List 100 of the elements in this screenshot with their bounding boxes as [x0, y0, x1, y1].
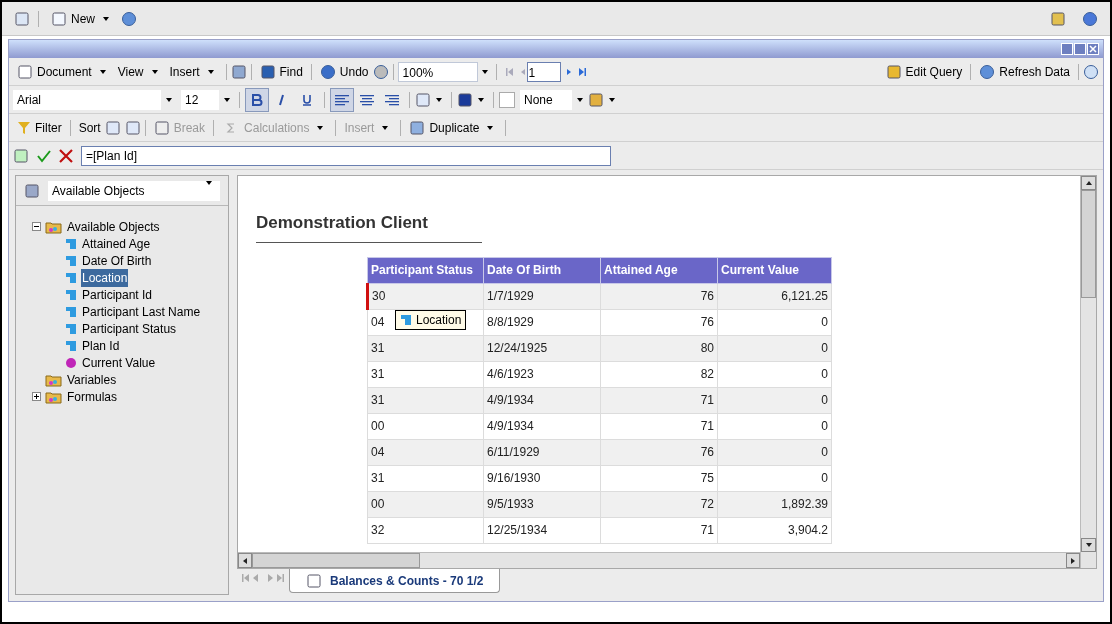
duplicate-button[interactable]: Duplicate	[405, 115, 502, 140]
table-cell: 0	[717, 361, 832, 387]
tree-item[interactable]: Location	[81, 268, 129, 287]
column-header[interactable]: Attained Age	[600, 257, 718, 283]
tree-item[interactable]: Plan Id	[81, 336, 121, 355]
table-cell: 0	[717, 387, 832, 413]
dimension-icon	[65, 339, 77, 352]
table-cell: 80	[600, 335, 718, 361]
scroll-left-button[interactable]	[238, 553, 252, 568]
caret-icon	[609, 97, 615, 102]
refresh-data-button[interactable]: Refresh Data	[975, 59, 1074, 84]
document-menu[interactable]: Document	[13, 59, 114, 84]
tree-item[interactable]: Current Value	[81, 353, 157, 372]
table-cell: 72	[600, 491, 718, 517]
caret-icon	[577, 97, 583, 102]
tree-item[interactable]: Participant Last Name	[81, 302, 202, 321]
table-cell: 9/5/1933	[483, 491, 601, 517]
align-center-icon	[360, 93, 374, 106]
measure-icon	[65, 356, 77, 369]
view-menu[interactable]: View	[113, 59, 166, 84]
scroll-right-button[interactable]	[1066, 553, 1080, 568]
table-cell: 0	[717, 309, 832, 335]
border-style-field[interactable]: None	[520, 89, 572, 110]
new-button[interactable]: New	[47, 6, 117, 31]
edit-query-button[interactable]: Edit Query	[881, 59, 967, 84]
caret-icon	[436, 97, 442, 102]
funnel-icon	[17, 120, 31, 135]
close-icon[interactable]	[1087, 43, 1099, 55]
object-selector[interactable]: Available Objects	[48, 180, 220, 201]
table-cell: 1,892.39	[717, 491, 832, 517]
report-tab[interactable]: Balances & Counts - 70 1/2	[289, 569, 501, 593]
left-arrow-icon	[241, 556, 249, 565]
report-title: Demonstration Client	[256, 210, 482, 243]
border-swatch[interactable]	[499, 91, 515, 108]
expand-icon[interactable]	[32, 392, 41, 401]
align-left-toggle[interactable]	[330, 87, 354, 112]
tree-item[interactable]: Date Of Birth	[81, 251, 153, 270]
font-size-field[interactable]: 12	[181, 89, 219, 110]
underline-icon	[301, 93, 313, 106]
formula-field[interactable]: =[Plan Id]	[81, 145, 611, 166]
table-cell: 00	[367, 413, 484, 439]
tree-item[interactable]: Participant Status	[81, 319, 178, 338]
collapse-icon[interactable]	[32, 222, 41, 231]
vertical-scrollbar[interactable]	[1080, 176, 1096, 568]
tree-item[interactable]: Attained Age	[81, 234, 152, 253]
align-left-icon	[335, 93, 349, 106]
caret-icon	[206, 180, 212, 185]
tree-item[interactable]: Participant Id	[81, 285, 154, 304]
scroll-up-button[interactable]	[1081, 176, 1096, 190]
table-cell: 31	[367, 387, 484, 413]
table-cell: 32	[367, 517, 484, 543]
table-cell: 4/9/1934	[483, 387, 601, 413]
find-button[interactable]: Find	[255, 59, 307, 84]
undo-button[interactable]: Undo	[315, 59, 373, 84]
accept-icon[interactable]	[37, 148, 51, 163]
table-cell: 0	[717, 465, 832, 491]
table-cell: 6/11/1929	[483, 439, 601, 465]
cancel-icon[interactable]	[59, 148, 73, 163]
table-cell: 0	[717, 335, 832, 361]
table-cell: 71	[600, 517, 718, 543]
dimension-icon	[65, 288, 77, 301]
folder-icon	[45, 389, 62, 404]
caret-icon	[151, 69, 158, 74]
bold-toggle[interactable]	[245, 87, 269, 112]
tree-item[interactable]: Formulas	[66, 387, 118, 406]
table-cell: 76	[600, 309, 718, 335]
caret-icon	[166, 97, 172, 102]
table-cell: 1/7/1929	[483, 283, 601, 309]
down-arrow-icon	[1084, 541, 1093, 549]
table-cell: 71	[600, 413, 718, 439]
last-page-icon[interactable]	[576, 66, 587, 77]
table-cell: 0	[717, 439, 832, 465]
horizontal-scrollbar[interactable]	[238, 552, 1080, 568]
minimize-icon[interactable]	[1061, 43, 1073, 55]
font-field[interactable]: Arial	[13, 89, 161, 110]
table-cell: 31	[367, 465, 484, 491]
tree-item[interactable]: Variables	[66, 370, 118, 389]
insert-menu[interactable]: Insert	[165, 59, 222, 84]
right-arrow-icon	[1069, 556, 1077, 565]
dimension-icon	[65, 322, 77, 335]
sort-button[interactable]: Sort	[74, 115, 105, 140]
dimension-icon	[65, 305, 77, 318]
scroll-down-button[interactable]	[1081, 538, 1096, 552]
next-page-icon[interactable]	[564, 67, 573, 76]
dimension-icon	[65, 271, 77, 284]
caret-icon	[99, 69, 106, 74]
filter-button[interactable]: Filter	[13, 115, 66, 140]
caret-icon	[478, 97, 484, 102]
table-cell: 4/6/1923	[483, 361, 601, 387]
restore-icon[interactable]	[1074, 43, 1086, 55]
column-header[interactable]: Participant Status	[367, 257, 484, 283]
page-field[interactable]: 1	[526, 61, 561, 82]
folder-icon	[45, 219, 62, 234]
sigma-icon	[226, 122, 237, 133]
tree-item[interactable]: Available Objects	[66, 217, 161, 236]
column-header[interactable]: Date Of Birth	[483, 257, 601, 283]
table-cell: 0	[717, 413, 832, 439]
caret-icon	[481, 69, 488, 74]
zoom-field[interactable]: 100%	[397, 61, 478, 82]
column-header[interactable]: Current Value	[717, 257, 832, 283]
